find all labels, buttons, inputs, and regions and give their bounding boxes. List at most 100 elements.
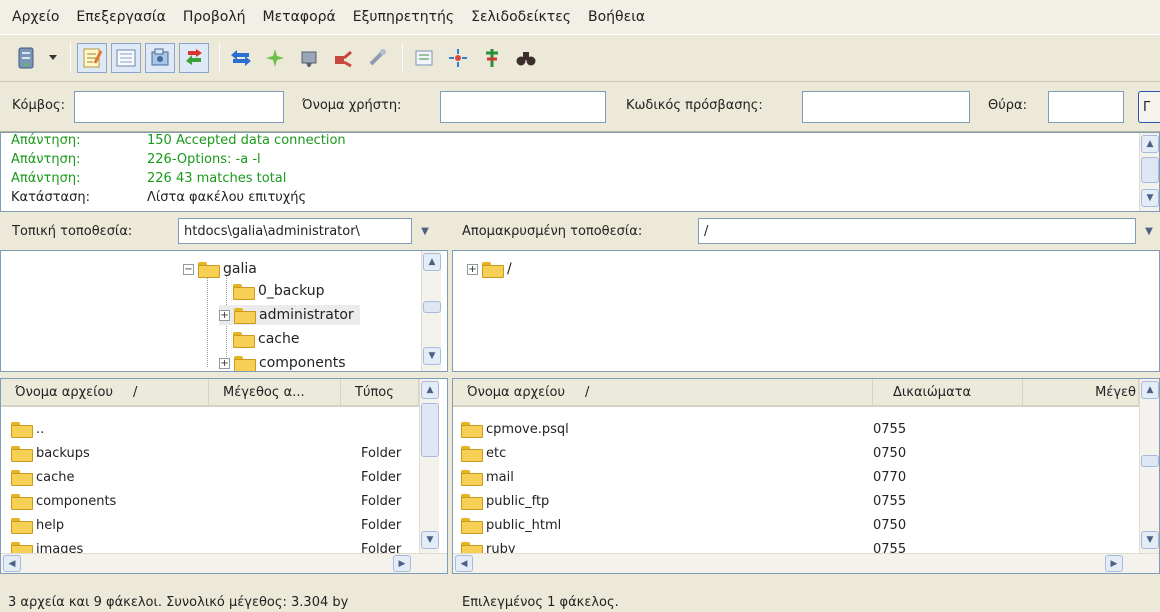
scroll-up-arrow[interactable]: ▲ — [423, 253, 441, 271]
scroll-down-arrow[interactable]: ▼ — [1141, 189, 1159, 207]
scroll-thumb[interactable] — [1141, 157, 1159, 183]
password-input[interactable] — [802, 91, 970, 123]
file-name: cache — [36, 469, 75, 485]
folder-icon — [198, 262, 220, 278]
scroll-down-arrow[interactable]: ▼ — [421, 531, 439, 549]
local-path-input[interactable]: htdocs\galia\administrator\ — [178, 218, 412, 244]
menu-view[interactable]: Προβολή — [183, 9, 246, 25]
column-size[interactable]: Μέγεθ — [1023, 379, 1139, 405]
log-scrollbar[interactable]: ▲ ▼ — [1139, 133, 1159, 211]
sync-browse-button[interactable] — [477, 43, 507, 73]
local-location-bar: Τοπική τοποθεσία: htdocs\galia\administr… — [0, 214, 448, 248]
menu-transfer[interactable]: Μεταφορά — [263, 9, 336, 25]
scroll-down-arrow[interactable]: ▼ — [423, 347, 441, 365]
scroll-up-arrow[interactable]: ▲ — [1141, 381, 1159, 399]
refresh-icon — [231, 50, 251, 66]
column-filetype[interactable]: Τύπος — [341, 379, 419, 405]
menu-edit[interactable]: Επεξεργασία — [76, 9, 165, 25]
list-item[interactable]: etc 0750 — [461, 441, 1137, 465]
local-tree-scrollbar[interactable]: ▲ ▼ — [421, 251, 441, 371]
process-icon — [266, 49, 284, 67]
remote-path-input[interactable]: / — [698, 218, 1136, 244]
tree-node-0-backup[interactable]: 0_backup — [233, 281, 325, 301]
folder-icon — [461, 494, 483, 510]
host-input[interactable] — [74, 91, 284, 123]
column-filename[interactable]: Όνομα αρχείου / — [453, 379, 873, 405]
file-name: public_html — [486, 517, 562, 533]
scroll-up-arrow[interactable]: ▲ — [421, 381, 439, 399]
local-list-hscrollbar[interactable]: ◀ ▶ — [1, 553, 447, 573]
toggle-remote-tree-button[interactable] — [145, 43, 175, 73]
list-item[interactable]: cpmove.psql 0755 — [461, 417, 1137, 441]
file-type: Folder — [361, 493, 402, 509]
log-line: Απάντηση: 150 Accepted data connection — [11, 134, 346, 148]
list-item[interactable]: public_ftp 0755 — [461, 489, 1137, 513]
local-list-vscrollbar[interactable]: ▲ ▼ — [419, 379, 439, 553]
folder-icon — [461, 518, 483, 534]
column-filename[interactable]: Όνομα αρχείου / — [1, 379, 209, 405]
local-path-dropdown[interactable]: ▼ — [414, 218, 436, 244]
expand-icon[interactable]: + — [219, 309, 230, 321]
scroll-thumb[interactable] — [423, 301, 441, 313]
filter-button[interactable] — [409, 43, 439, 73]
remote-list-vscrollbar[interactable]: ▲ ▼ — [1139, 379, 1159, 553]
stop-button[interactable] — [294, 43, 324, 73]
disconnect-button[interactable] — [328, 43, 358, 73]
cancel-icon — [301, 51, 317, 67]
tree-node-administrator[interactable]: + administrator — [219, 305, 360, 325]
refresh-button[interactable] — [226, 43, 256, 73]
scroll-left-arrow[interactable]: ◀ — [455, 555, 473, 572]
list-item[interactable]: mail 0770 — [461, 465, 1137, 489]
scroll-thumb[interactable] — [421, 403, 439, 457]
folder-icon — [482, 262, 504, 278]
tree-node-root[interactable]: + / — [467, 259, 512, 279]
username-input[interactable] — [440, 91, 606, 123]
list-item[interactable]: help Folder — [11, 513, 417, 537]
tree-node-cache[interactable]: cache — [233, 329, 299, 349]
scroll-right-arrow[interactable]: ▶ — [1105, 555, 1123, 572]
folder-icon — [461, 422, 483, 438]
menu-help[interactable]: Βοήθεια — [588, 9, 645, 25]
list-item[interactable]: .. — [11, 417, 417, 441]
log-value: 150 Accepted data connection — [147, 133, 346, 148]
scroll-right-arrow[interactable]: ▶ — [393, 555, 411, 572]
site-manager-button[interactable] — [12, 43, 42, 73]
tree-node-label: components — [259, 355, 346, 371]
process-queue-button[interactable] — [260, 43, 290, 73]
port-input[interactable] — [1048, 91, 1124, 123]
list-item[interactable]: cache Folder — [11, 465, 417, 489]
toolbar-separator — [70, 43, 71, 73]
reconnect-button[interactable] — [362, 43, 392, 73]
toggle-log-button[interactable] — [77, 43, 107, 73]
tree-node-galia[interactable]: − galia — [183, 259, 257, 279]
scroll-left-arrow[interactable]: ◀ — [3, 555, 21, 572]
scroll-thumb[interactable] — [1141, 455, 1159, 467]
collapse-icon[interactable]: − — [183, 263, 194, 275]
quickconnect-button[interactable]: Γ — [1138, 91, 1160, 123]
file-name: cpmove.psql — [486, 421, 569, 437]
scroll-down-arrow[interactable]: ▼ — [1141, 531, 1159, 549]
toggle-local-tree-button[interactable] — [111, 43, 141, 73]
list-item[interactable]: public_html 0750 — [461, 513, 1137, 537]
folder-icon — [11, 518, 33, 534]
site-manager-dropdown[interactable] — [46, 43, 60, 73]
remote-path-dropdown[interactable]: ▼ — [1138, 218, 1160, 244]
remote-list-hscrollbar[interactable]: ◀ ▶ — [453, 553, 1159, 573]
compare-button[interactable] — [443, 43, 473, 73]
tree-node-label: 0_backup — [258, 283, 325, 299]
column-permissions[interactable]: Δικαιώματα — [873, 379, 1023, 405]
column-filesize[interactable]: Μέγεθος α... — [209, 379, 341, 405]
search-button[interactable] — [511, 43, 541, 73]
tree-node-components[interactable]: + components — [219, 353, 346, 371]
expand-icon[interactable]: + — [219, 357, 230, 369]
toggle-queue-button[interactable] — [179, 43, 209, 73]
file-permissions: 0750 — [873, 445, 907, 461]
menu-file[interactable]: Αρχείο — [12, 9, 59, 25]
menu-bookmarks[interactable]: Σελιδοδείκτες — [471, 9, 571, 25]
list-item[interactable]: components Folder — [11, 489, 417, 513]
list-item[interactable]: backups Folder — [11, 441, 417, 465]
menu-server[interactable]: Εξυπηρετητής — [353, 9, 454, 25]
scroll-up-arrow[interactable]: ▲ — [1141, 135, 1159, 153]
file-name: etc — [486, 445, 507, 461]
expand-icon[interactable]: + — [467, 263, 478, 275]
